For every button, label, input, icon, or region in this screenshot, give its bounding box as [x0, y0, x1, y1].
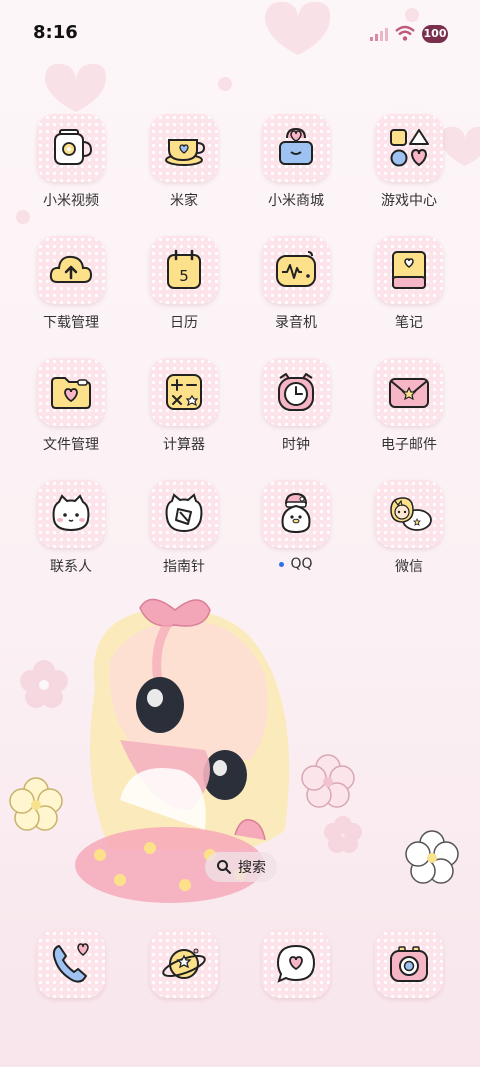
- app-game-center[interactable]: 游戏中心: [359, 114, 459, 210]
- cat-face-icon: [52, 494, 90, 532]
- dock: [0, 930, 480, 1010]
- app-label: 游戏中心: [381, 193, 437, 209]
- girl-bubble-icon: [390, 497, 432, 531]
- app-label-text: QQ: [290, 556, 313, 572]
- app-compass[interactable]: 指南针: [134, 480, 234, 576]
- penguin-icon: [281, 492, 311, 534]
- search-label: 搜索: [238, 860, 266, 876]
- calculator-icon: [166, 374, 202, 410]
- app-label: 联系人: [50, 559, 92, 575]
- dock-browser[interactable]: [150, 930, 218, 998]
- app-mi-store[interactable]: 小米商城: [246, 114, 346, 210]
- phone-icon: [52, 943, 89, 983]
- app-calendar[interactable]: 5 日历: [134, 236, 234, 332]
- recorder-icon: [276, 251, 316, 287]
- app-label: 录音机: [275, 315, 317, 331]
- camera-icon: [390, 946, 428, 982]
- app-email[interactable]: 电子邮件: [359, 358, 459, 454]
- app-label: 指南针: [163, 559, 205, 575]
- shapes-icon: [390, 129, 429, 167]
- app-downloads[interactable]: 下载管理: [21, 236, 121, 332]
- app-label: 文件管理: [43, 437, 99, 453]
- app-clock[interactable]: 时钟: [246, 358, 346, 454]
- teacup-icon: [165, 139, 206, 166]
- app-label: 计算器: [163, 437, 205, 453]
- calendar-icon: 5: [167, 249, 201, 289]
- app-mi-video[interactable]: 小米视频: [21, 114, 121, 210]
- clock-icon: [278, 373, 314, 411]
- app-label: 日历: [170, 315, 198, 331]
- app-label: 电子邮件: [381, 437, 437, 453]
- app-label: 下载管理: [43, 315, 99, 331]
- app-wechat[interactable]: 微信: [359, 480, 459, 576]
- app-label: 时钟: [282, 437, 310, 453]
- app-label: 微信: [395, 559, 423, 575]
- app-notes[interactable]: 笔记: [359, 236, 459, 332]
- app-file-manager[interactable]: 文件管理: [21, 358, 121, 454]
- app-label: 小米视频: [43, 193, 99, 209]
- cloud-download-icon: [49, 255, 93, 283]
- app-calculator[interactable]: 计算器: [134, 358, 234, 454]
- video-cup-icon: [54, 129, 93, 165]
- app-qq[interactable]: QQ: [246, 480, 346, 572]
- calendar-day: 5: [179, 267, 189, 285]
- app-label: QQ: [246, 556, 346, 572]
- dock-messages[interactable]: [262, 930, 330, 998]
- planet-icon: [162, 948, 206, 979]
- search-button[interactable]: 搜索: [205, 852, 277, 882]
- app-contacts[interactable]: 联系人: [21, 480, 121, 576]
- app-label: 米家: [170, 193, 198, 209]
- shopping-bag-icon: [279, 127, 313, 165]
- dock-camera[interactable]: [375, 930, 443, 998]
- envelope-icon: [389, 378, 429, 408]
- app-recorder[interactable]: 录音机: [246, 236, 346, 332]
- app-label: 笔记: [395, 315, 423, 331]
- notebook-icon: [392, 251, 426, 289]
- app-label: 小米商城: [268, 193, 324, 209]
- folder-icon: [51, 377, 91, 409]
- dock-phone[interactable]: [37, 930, 105, 998]
- new-install-dot: [279, 561, 285, 567]
- chat-bubble-icon: [276, 944, 316, 983]
- app-mijia[interactable]: 米家: [134, 114, 234, 210]
- search-icon: [217, 860, 231, 874]
- compass-icon: [165, 493, 203, 533]
